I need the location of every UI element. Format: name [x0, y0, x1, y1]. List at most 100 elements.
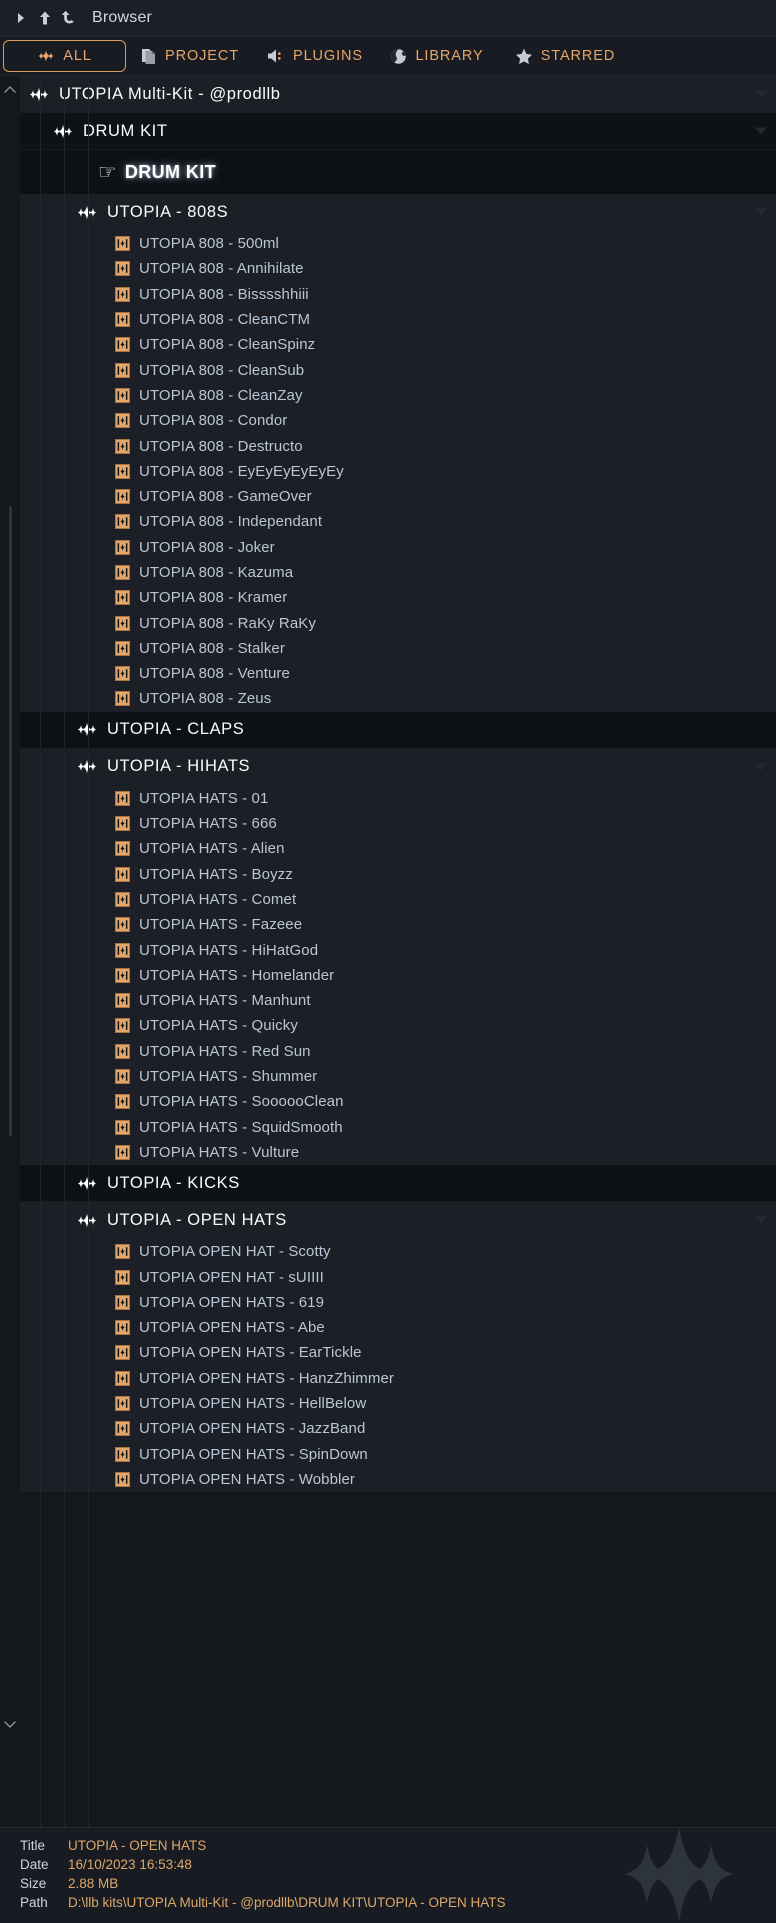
tree-file-row[interactable]: UTOPIA HATS - 01	[20, 785, 776, 811]
tree-file-row[interactable]: UTOPIA 808 - RaKy RaKy	[20, 610, 776, 636]
tree-file-row[interactable]: UTOPIA HATS - Boyzz	[20, 861, 776, 887]
tree-file-row[interactable]: UTOPIA HATS - 666	[20, 810, 776, 837]
tree-file-row[interactable]: UTOPIA 808 - Bisssshhiii	[20, 281, 776, 307]
tree-file-row[interactable]: UTOPIA 808 - Kramer	[20, 585, 776, 611]
tree-file-row[interactable]: UTOPIA HATS - Fazeee	[20, 912, 776, 938]
audio-file-icon	[115, 489, 130, 505]
tab-plugins[interactable]: PLUGINS	[254, 40, 376, 72]
tree-file-row[interactable]: UTOPIA 808 - CleanZay	[20, 382, 776, 409]
audio-file-icon	[115, 891, 130, 907]
browser-tree-panel: UTOPIA Multi-Kit - @prodllb DRUM KIT ☞ DRUM…	[0, 76, 776, 1827]
tree-file-row[interactable]: UTOPIA 808 - Destructo	[20, 433, 776, 459]
tree-file-row[interactable]: UTOPIA OPEN HATS - HanzZhimmer	[20, 1365, 776, 1391]
tab-starred[interactable]: STARRED	[498, 40, 632, 72]
tree-file-label: UTOPIA 808 - Kramer	[139, 589, 288, 607]
scroll-up-icon[interactable]	[3, 83, 17, 97]
tree-file-row[interactable]: UTOPIA 808 - Venture	[20, 661, 776, 687]
tree-file-row[interactable]: UTOPIA 808 - Kazuma	[20, 559, 776, 586]
tree-group-row[interactable]: UTOPIA - CLAPS	[20, 711, 776, 749]
tree-file-label: UTOPIA HATS - 666	[139, 815, 277, 833]
waveform-icon	[76, 204, 98, 221]
audio-file-icon	[115, 1396, 130, 1412]
tree-file-row[interactable]: UTOPIA 808 - Annihilate	[20, 256, 776, 282]
audio-file-icon	[115, 615, 130, 631]
tree-file-label: UTOPIA 808 - Joker	[139, 538, 275, 556]
file-info-row: Path D:\llb kits\UTOPIA Multi-Kit - @prod…	[20, 1893, 776, 1912]
tab-all[interactable]: ALL	[3, 40, 126, 72]
chevron-down-icon[interactable]	[755, 763, 767, 771]
tree-file-row[interactable]: UTOPIA 808 - EyEyEyEyEyEy	[20, 458, 776, 484]
tree-file-label: UTOPIA OPEN HATS - JazzBand	[139, 1420, 366, 1438]
tree-file-row[interactable]: UTOPIA 808 - CleanCTM	[20, 306, 776, 333]
tree-file-row[interactable]: UTOPIA HATS - Alien	[20, 836, 776, 862]
tree-file-row[interactable]: UTOPIA 808 - 500ml	[20, 231, 776, 257]
tree-file-row[interactable]: UTOPIA HATS - Shummer	[20, 1063, 776, 1090]
tree-file-row[interactable]: UTOPIA OPEN HATS - HellBelow	[20, 1390, 776, 1417]
tree-group-row[interactable]: UTOPIA - 808S	[20, 194, 776, 231]
waveform-icon	[76, 1175, 98, 1192]
tree-file-row[interactable]: UTOPIA HATS - SoooooClean	[20, 1089, 776, 1115]
tree-file-row[interactable]: UTOPIA 808 - CleanSub	[20, 357, 776, 383]
tree-file-label: UTOPIA 808 - CleanSub	[139, 361, 305, 379]
tab-project-label: PROJECT	[165, 48, 239, 64]
file-info-row: Size 2.88 MB	[20, 1874, 776, 1893]
tree-file-label: UTOPIA HATS - Shummer	[139, 1068, 318, 1086]
tree-file-label: UTOPIA 808 - Destructo	[139, 437, 303, 455]
tree-file-row[interactable]: UTOPIA HATS - HiHatGod	[20, 937, 776, 963]
undo-icon[interactable]	[58, 7, 80, 29]
chevron-down-icon[interactable]	[755, 208, 767, 216]
tree-file-row[interactable]: UTOPIA OPEN HATS - JazzBand	[20, 1416, 776, 1442]
tree-file-row[interactable]: UTOPIA 808 - Joker	[20, 534, 776, 560]
tree-file-row[interactable]: UTOPIA HATS - Quicky	[20, 1013, 776, 1039]
audio-file-icon	[115, 413, 130, 429]
chevron-down-icon[interactable]	[755, 90, 767, 98]
tree-file-row[interactable]: UTOPIA 808 - CleanSpinz	[20, 332, 776, 358]
tree-file-row[interactable]: UTOPIA 808 - Stalker	[20, 635, 776, 662]
tree-file-row[interactable]: UTOPIA 808 - Independant	[20, 509, 776, 535]
tree-file-label: UTOPIA 808 - 500ml	[139, 235, 279, 253]
tree-group-row[interactable]: DRUM KIT	[20, 113, 776, 150]
tree-file-label: UTOPIA 808 - GameOver	[139, 488, 312, 506]
audio-file-icon	[115, 866, 130, 882]
tree-file-row[interactable]: UTOPIA HATS - Comet	[20, 886, 776, 913]
vertical-scrollbar[interactable]	[9, 506, 12, 1136]
tree-file-row[interactable]: UTOPIA HATS - Red Sun	[20, 1038, 776, 1064]
tree-group-row[interactable]: UTOPIA - KICKS	[20, 1165, 776, 1203]
tree-file-row[interactable]: UTOPIA OPEN HATS - Abe	[20, 1314, 776, 1341]
tree-file-row[interactable]: UTOPIA OPEN HAT - Scotty	[20, 1239, 776, 1265]
tree-file-label: UTOPIA 808 - EyEyEyEyEyEy	[139, 462, 344, 480]
tree-group-label: UTOPIA Multi-Kit - @prodllb	[59, 84, 281, 103]
tree-banner-row[interactable]: ☞ DRUM KIT	[20, 150, 776, 194]
tree-file-row[interactable]: UTOPIA HATS - Manhunt	[20, 988, 776, 1014]
chevron-right-icon[interactable]	[10, 7, 32, 29]
tree-file-label: UTOPIA HATS - Quicky	[139, 1017, 298, 1035]
tree-group-row[interactable]: UTOPIA - OPEN HATS	[20, 1202, 776, 1240]
tree-group-label: DRUM KIT	[83, 121, 168, 140]
scroll-down-icon[interactable]	[3, 1717, 17, 1731]
audio-file-icon	[115, 337, 130, 353]
tree-file-row[interactable]: UTOPIA HATS - Homelander	[20, 962, 776, 989]
tree-file-row[interactable]: UTOPIA HATS - Vulture	[20, 1139, 776, 1166]
file-info-key: Date	[20, 1857, 49, 1872]
tab-project[interactable]: PROJECT	[126, 40, 254, 72]
tree-file-row[interactable]: UTOPIA HATS - SquidSmooth	[20, 1114, 776, 1140]
tree-group-row[interactable]: UTOPIA - HIHATS	[20, 748, 776, 786]
tree-gutter	[0, 76, 20, 1827]
tree-file-row[interactable]: UTOPIA OPEN HATS - SpinDown	[20, 1441, 776, 1467]
tree-file-row[interactable]: UTOPIA 808 - Zeus	[20, 686, 776, 712]
chevron-down-icon[interactable]	[755, 127, 767, 135]
tree-group-label: UTOPIA - 808S	[107, 202, 229, 221]
tree-file-row[interactable]: UTOPIA 808 - GameOver	[20, 483, 776, 510]
chevron-down-icon[interactable]	[755, 1216, 767, 1224]
arrow-up-icon[interactable]	[34, 7, 56, 29]
audio-file-icon	[115, 917, 130, 933]
tree-file-row[interactable]: UTOPIA OPEN HATS - 619	[20, 1289, 776, 1315]
tree-group-row[interactable]: UTOPIA Multi-Kit - @prodllb	[20, 76, 776, 113]
tree-file-row[interactable]: UTOPIA OPEN HATS - EarTickle	[20, 1340, 776, 1366]
tree-file-row[interactable]: UTOPIA OPEN HAT - sUIIII	[20, 1264, 776, 1290]
speaker-icon	[267, 47, 285, 65]
tree-file-row[interactable]: UTOPIA OPEN HATS - Wobbler	[20, 1466, 776, 1493]
tree-file-row[interactable]: UTOPIA 808 - Condor	[20, 408, 776, 434]
tab-library[interactable]: LIBRARY	[376, 40, 498, 72]
waveform-icon	[28, 86, 50, 103]
